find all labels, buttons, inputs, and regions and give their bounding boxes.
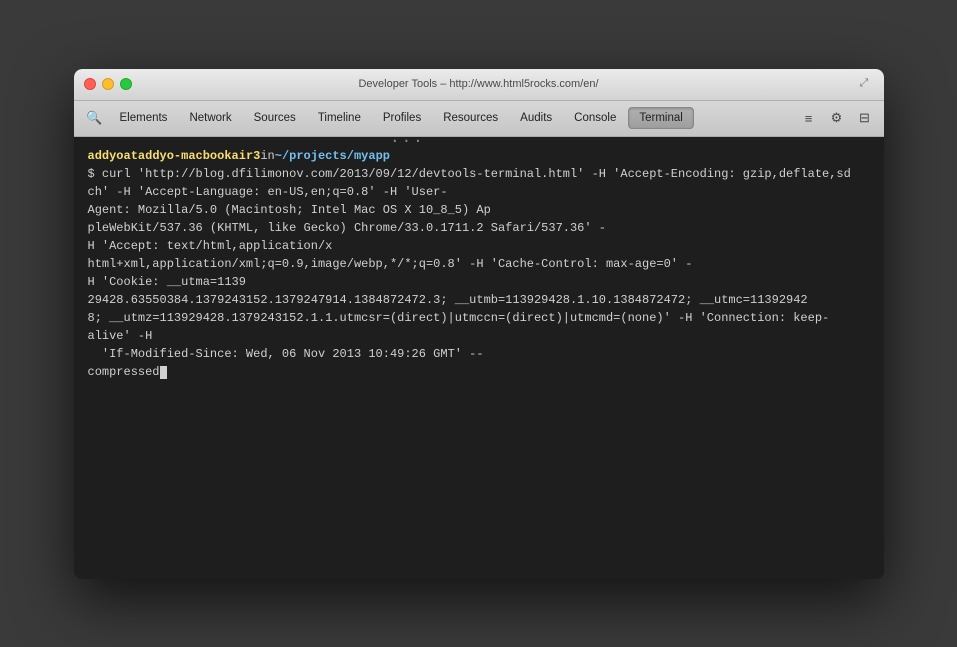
nav-sources[interactable]: Sources	[244, 108, 306, 128]
search-icon: 🔍	[86, 110, 102, 126]
nav-profiles[interactable]: Profiles	[373, 108, 431, 128]
search-button[interactable]: 🔍	[82, 105, 108, 131]
nav-console[interactable]: Console	[564, 108, 626, 128]
traffic-lights	[84, 78, 132, 90]
minimize-button[interactable]	[102, 78, 114, 90]
devtools-window: Developer Tools – http://www.html5rocks.…	[74, 69, 884, 579]
toolbar-right-icons: ≡ ⚙ ⊟	[798, 107, 876, 129]
prompt-host: addyo-macbookair3	[138, 147, 260, 165]
nav-network[interactable]: Network	[179, 108, 241, 128]
terminal-dots: ···	[390, 137, 425, 165]
maximize-button[interactable]	[120, 78, 132, 90]
prompt-path: ~/projects/myapp	[275, 147, 390, 165]
list-icon[interactable]: ≡	[798, 107, 820, 129]
nav-resources[interactable]: Resources	[433, 108, 508, 128]
settings-icon[interactable]: ⚙	[826, 107, 848, 129]
close-button[interactable]	[84, 78, 96, 90]
terminal-output: $ curl 'http://blog.dfilimonov.com/2013/…	[88, 165, 870, 381]
nav-terminal[interactable]: Terminal	[628, 107, 693, 129]
nav-elements[interactable]: Elements	[110, 108, 178, 128]
terminal-area[interactable]: addyo at addyo-macbookair3 in ~/projects…	[74, 137, 884, 579]
layout-icon[interactable]: ⊟	[854, 107, 876, 129]
title-bar: Developer Tools – http://www.html5rocks.…	[74, 69, 884, 101]
nav-audits[interactable]: Audits	[510, 108, 562, 128]
prompt-user: addyo	[88, 147, 124, 165]
expand-icon[interactable]: ⤢	[860, 77, 874, 91]
window-title: Developer Tools – http://www.html5rocks.…	[358, 78, 598, 90]
prompt-line: addyo at addyo-macbookair3 in ~/projects…	[88, 147, 870, 165]
prompt-at: at	[124, 147, 138, 165]
terminal-cursor	[160, 366, 167, 379]
toolbar: 🔍 Elements Network Sources Timeline Prof…	[74, 101, 884, 137]
nav-timeline[interactable]: Timeline	[308, 108, 371, 128]
prompt-in: in	[260, 147, 274, 165]
